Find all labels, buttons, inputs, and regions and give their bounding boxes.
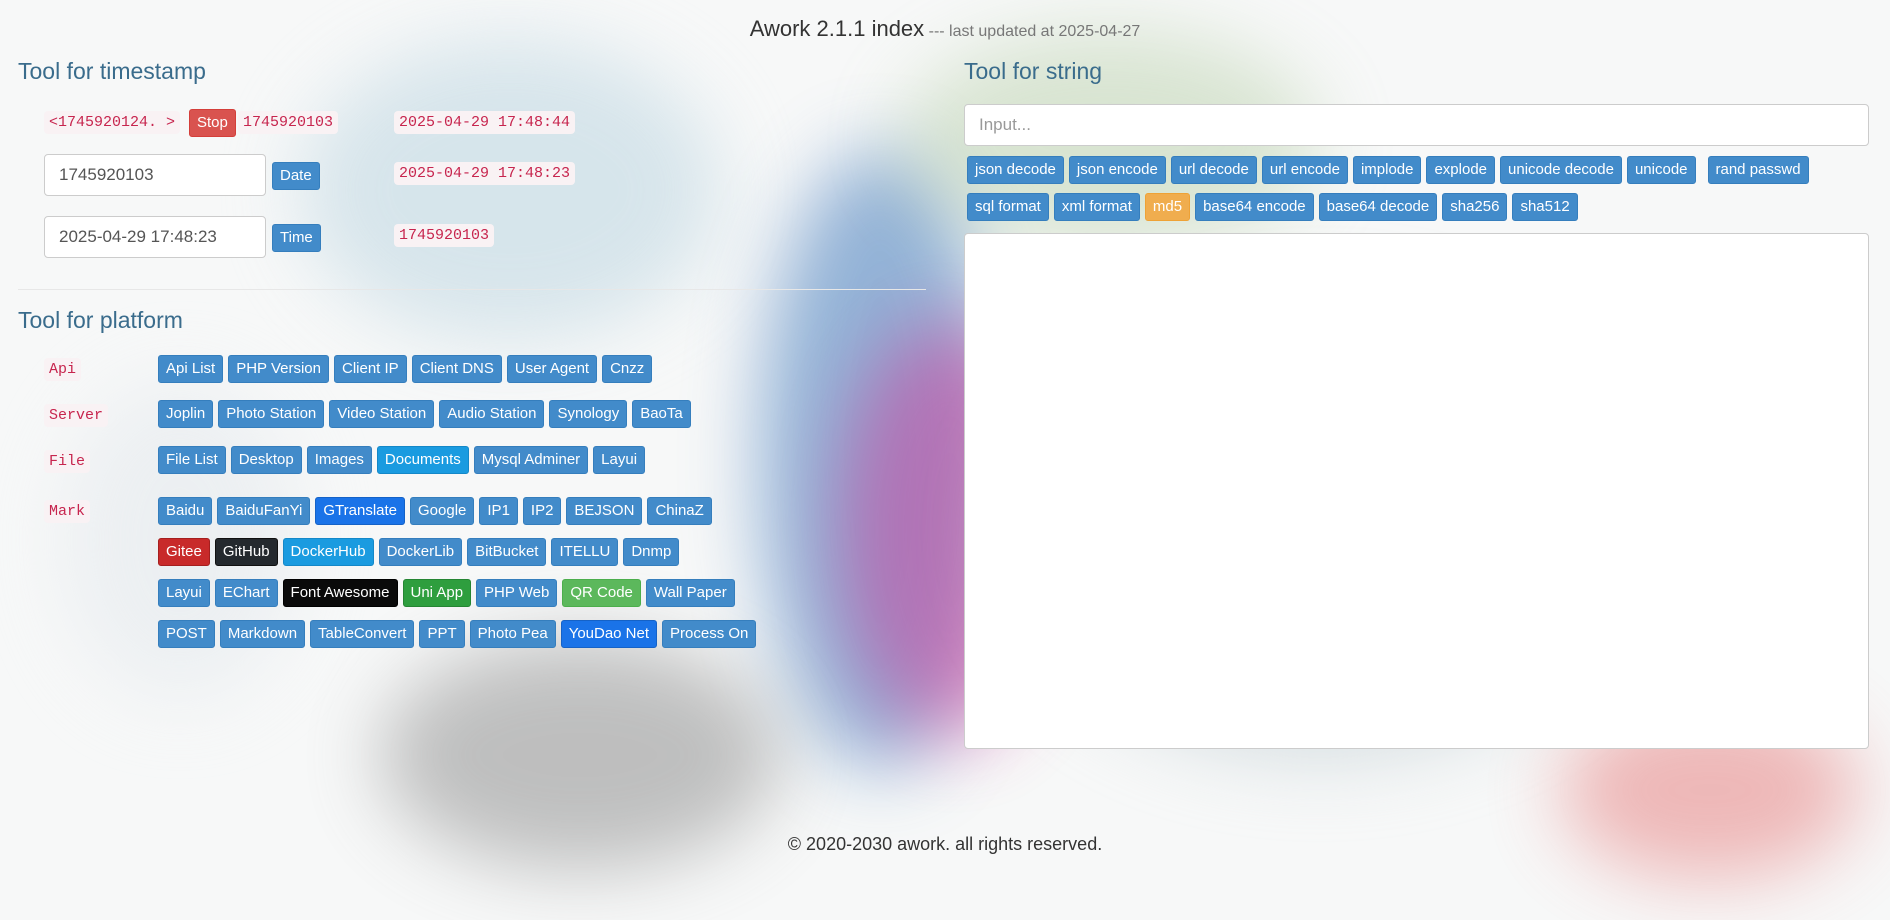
link-button[interactable]: IP2 [522,497,562,525]
url-decode-button[interactable]: url decode [1170,156,1257,184]
link-button[interactable]: BitBucket [467,538,547,566]
link-button[interactable]: Documents [376,446,469,474]
link-button[interactable]: Layui [158,579,210,607]
link-button[interactable]: TableConvert [310,620,415,648]
server-buttons: Joplin Photo Station Video Station Audio… [158,400,691,428]
frozen-timestamp: 1745920103 [238,111,339,134]
link-button[interactable]: Mysql Adminer [473,446,589,474]
link-button[interactable]: Synology [549,400,628,428]
explode-button[interactable]: explode [1426,156,1496,184]
link-button[interactable]: Layui [593,446,646,474]
link-button[interactable]: Process On [662,620,757,648]
link-button[interactable]: Joplin [158,400,214,428]
md5-button[interactable]: md5 [1144,193,1191,221]
link-button[interactable]: DockerLib [378,538,463,566]
link-button[interactable]: POST [158,620,215,648]
link-button[interactable]: PHP Web [476,579,558,607]
timestamp-input[interactable]: 1745920103 [44,154,266,196]
link-button[interactable]: Google [410,497,475,525]
link-button[interactable]: Images [306,446,372,474]
group-label-mark: Mark [44,500,91,523]
link-button[interactable]: PHP Version [228,355,329,383]
date-result: 2025-04-29 17:48:23 [394,162,576,185]
mark-buttons-row-1: Baidu BaiduFanYi GTranslate Google IP1 I… [158,497,712,525]
implode-button[interactable]: implode [1352,156,1422,184]
link-button[interactable]: User Agent [506,355,598,383]
datetime-input[interactable]: 2025-04-29 17:48:23 [44,216,266,258]
xml-format-button[interactable]: xml format [1053,193,1140,221]
string-input[interactable]: Input... [964,104,1869,146]
group-label-api: Api [44,358,82,381]
link-button[interactable]: QR Code [562,579,641,607]
sha512-button[interactable]: sha512 [1512,193,1578,221]
link-button[interactable]: ITELLU [551,538,619,566]
link-button[interactable]: Cnzz [602,355,653,383]
group-label-file: File [44,450,91,473]
group-label-server: Server [44,404,109,427]
link-button[interactable]: ChinaZ [647,497,712,525]
link-button[interactable]: Uni App [402,579,472,607]
link-button[interactable]: Photo Station [218,400,325,428]
string-heading: Tool for string [964,58,1103,84]
api-buttons: Api List PHP Version Client IP Client DN… [158,355,653,383]
link-button[interactable]: File List [158,446,226,474]
link-button[interactable]: Baidu [158,497,213,525]
section-divider [18,289,926,290]
base64-decode-button[interactable]: base64 decode [1318,193,1438,221]
link-button[interactable]: Gitee [158,538,210,566]
base64-encode-button[interactable]: base64 encode [1195,193,1314,221]
mark-buttons-row-2: Gitee GitHub DockerHub DockerLib BitBuck… [158,538,680,566]
link-button[interactable]: Font Awesome [282,579,398,607]
link-button[interactable]: Dnmp [623,538,680,566]
link-button[interactable]: Api List [158,355,224,383]
date-button[interactable]: Date [272,162,320,190]
timestamp-heading: Tool for timestamp [18,58,206,84]
link-button[interactable]: PPT [419,620,465,648]
json-encode-button[interactable]: json encode [1068,156,1166,184]
link-button[interactable]: BaiduFanYi [217,497,311,525]
unicode-button[interactable]: unicode [1626,156,1696,184]
footer-copyright: © 2020-2030 awork. all rights reserved. [787,834,1103,854]
sql-format-button[interactable]: sql format [967,193,1049,221]
live-datetime: 2025-04-29 17:48:44 [394,111,576,134]
link-button[interactable]: IP1 [479,497,518,525]
link-button[interactable]: Video Station [329,400,435,428]
string-buttons-row-2: sql format xml format md5 base64 encode … [967,193,1578,221]
unicode-decode-button[interactable]: unicode decode [1500,156,1622,184]
page-header: Awork 2.1.1 index --- last updated at 20… [0,16,1890,42]
string-output-textarea[interactable] [964,233,1869,749]
json-decode-button[interactable]: json decode [967,156,1064,184]
mark-buttons-row-3: Layui EChart Font Awesome Uni App PHP We… [158,579,735,607]
link-button[interactable]: GitHub [214,538,278,566]
link-button[interactable]: DockerHub [282,538,374,566]
rand-passwd-button[interactable]: rand passwd [1707,156,1809,184]
string-buttons-row-1: json decode json encode url decode url e… [967,156,1809,184]
file-buttons: File List Desktop Images Documents Mysql… [158,446,646,474]
sha256-button[interactable]: sha256 [1442,193,1508,221]
platform-heading: Tool for platform [18,307,183,333]
link-button[interactable]: BEJSON [566,497,643,525]
live-timestamp: <1745920124. > [44,111,181,134]
url-encode-button[interactable]: url encode [1261,156,1348,184]
link-button[interactable]: Client DNS [411,355,502,383]
link-button[interactable]: Markdown [219,620,306,648]
link-button[interactable]: EChart [214,579,278,607]
stop-button[interactable]: Stop [189,109,236,137]
page-title: Awork 2.1.1 index [749,16,925,41]
link-button[interactable]: BaoTa [632,400,691,428]
mark-buttons-row-4: POST Markdown TableConvert PPT Photo Pea… [158,620,757,648]
link-button[interactable]: Desktop [230,446,302,474]
link-button[interactable]: Photo Pea [469,620,556,648]
link-button[interactable]: YouDao Net [560,620,658,648]
link-button[interactable]: Client IP [333,355,407,383]
link-button[interactable]: GTranslate [315,497,406,525]
page-subtitle: --- last updated at 2025-04-27 [928,23,1141,40]
time-result: 1745920103 [394,224,495,247]
time-button[interactable]: Time [272,224,321,252]
link-button[interactable]: Audio Station [439,400,545,428]
link-button[interactable]: Wall Paper [645,579,735,607]
